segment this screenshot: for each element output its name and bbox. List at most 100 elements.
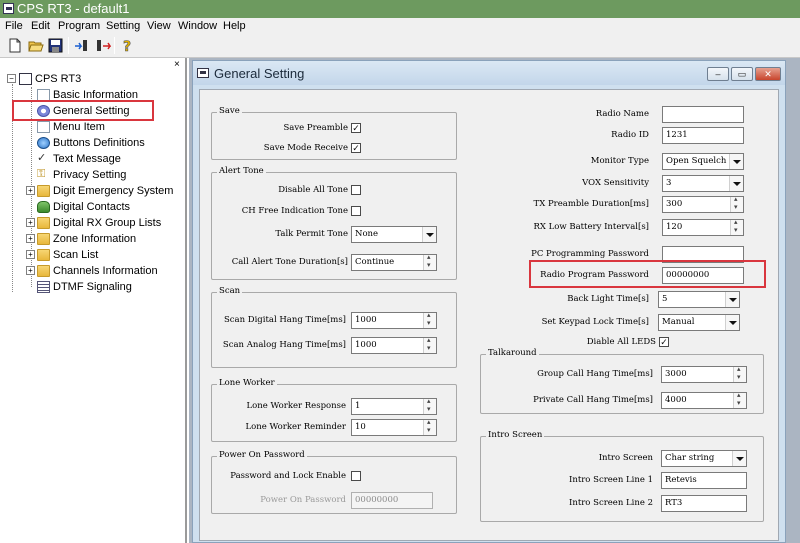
menu-program[interactable]: Program (58, 19, 100, 33)
dropdown-arrow-icon[interactable] (725, 292, 739, 307)
tree-item-digital-rx-group-lists[interactable]: Digital RX Group Lists (37, 215, 187, 231)
call-alert-tone-duration-label: Call Alert Tone Duration[s] (231, 257, 348, 267)
menu-edit[interactable]: Edit (31, 19, 50, 33)
highlight-box-radio-program-password (529, 260, 766, 288)
spinner-arrows-icon[interactable] (730, 220, 743, 235)
scan-analog-hang-time-spinner[interactable]: 1000 (351, 337, 437, 354)
restore-button[interactable]: ▭ (731, 67, 753, 81)
lone-worker-reminder-spinner[interactable]: 10 (351, 419, 437, 436)
power-on-password-label: Power On Password (260, 495, 346, 505)
menu-file[interactable]: File (5, 19, 23, 33)
help-icon[interactable]: ? (118, 36, 138, 55)
menu-setting[interactable]: Setting (106, 19, 140, 33)
tree-expand-icon[interactable]: + (26, 266, 35, 275)
password-lock-enable-label: Password and Lock Enable (230, 471, 346, 481)
spinner-arrows-icon[interactable] (423, 338, 436, 353)
password-lock-enable-checkbox[interactable] (351, 471, 361, 481)
scan-digital-hang-time-spinner[interactable]: 1000 (351, 312, 437, 329)
key-icon: ⚿ (37, 168, 46, 180)
minimize-button[interactable]: – (707, 67, 729, 81)
disable-all-leds-checkbox[interactable]: ✓ (659, 337, 669, 347)
new-file-icon[interactable] (6, 36, 26, 55)
tree-expand-icon[interactable]: + (26, 234, 35, 243)
tree-item-scan-list[interactable]: Scan List (37, 247, 177, 263)
window-title-bar[interactable]: General Setting – ▭ ✕ (193, 61, 785, 85)
monitor-type-dropdown[interactable]: Open Squelch (662, 153, 744, 170)
scan-digital-hang-time-value: 1000 (355, 315, 377, 325)
tree-item-digit-emergency-system[interactable]: Digit Emergency System (37, 183, 187, 199)
tree-item-menu-item[interactable]: Menu Item (37, 119, 177, 135)
tree-item-digital-contacts[interactable]: Digital Contacts (37, 199, 177, 215)
alert-tone-group: Alert Tone Disable All Tone CH Free Indi… (211, 166, 457, 280)
tree-expand-icon[interactable]: + (26, 218, 35, 227)
spinner-arrows-icon[interactable] (423, 313, 436, 328)
dropdown-arrow-icon[interactable] (729, 176, 743, 191)
tx-preamble-duration-spinner[interactable]: 300 (662, 196, 744, 213)
open-folder-icon[interactable] (26, 36, 46, 55)
scan-group: Scan Scan Digital Hang Time[ms] 1000 Sca… (211, 286, 457, 368)
tree-expand-icon[interactable]: + (26, 250, 35, 259)
save-preamble-label: Save Preamble (283, 123, 348, 133)
save-icon[interactable] (46, 36, 66, 55)
talk-permit-tone-dropdown[interactable]: None (351, 226, 437, 243)
tree-item-label: Channels Information (53, 265, 158, 277)
spinner-arrows-icon[interactable] (423, 399, 436, 414)
intro-screen-dropdown[interactable]: Char string (661, 450, 747, 467)
dropdown-arrow-icon[interactable] (732, 451, 746, 466)
call-alert-tone-duration-spinner[interactable]: Continue (351, 254, 437, 271)
intro-screen-line2-input[interactable]: RT3 (661, 495, 747, 512)
set-keypad-lock-time-dropdown[interactable]: Manual (658, 314, 740, 331)
save-preamble-checkbox[interactable]: ✓ (351, 123, 361, 133)
spinner-arrows-icon[interactable] (733, 393, 746, 408)
rx-low-battery-interval-spinner[interactable]: 120 (662, 219, 744, 236)
tree-expand-icon[interactable]: + (26, 186, 35, 195)
close-button[interactable]: ✕ (755, 67, 781, 81)
disable-all-tone-label: Disable All Tone (278, 185, 348, 195)
tree-item-privacy-setting[interactable]: ⚿ Privacy Setting (37, 167, 177, 183)
read-radio-icon[interactable] (72, 36, 92, 55)
menu-window[interactable]: Window (178, 19, 217, 33)
spinner-arrows-icon[interactable] (423, 255, 436, 270)
private-call-hang-time-spinner[interactable]: 4000 (661, 392, 747, 409)
tree-root[interactable]: CPS RT3 (19, 71, 119, 87)
group-call-hang-time-spinner[interactable]: 3000 (661, 366, 747, 383)
menu-help[interactable]: Help (223, 19, 246, 33)
lone-worker-response-spinner[interactable]: 1 (351, 398, 437, 415)
spinner-arrows-icon[interactable] (733, 367, 746, 382)
app-title-bar[interactable]: CPS RT3 - default1 (0, 0, 800, 18)
tx-preamble-duration-label: TX Preamble Duration[ms] (533, 199, 649, 209)
tree-pane-close-icon[interactable]: × (174, 60, 180, 70)
menu-view[interactable]: View (147, 19, 171, 33)
intro-screen-line1-input[interactable]: Retevis (661, 472, 747, 489)
group-legend: Intro Screen (486, 430, 545, 441)
save-mode-receive-label: Save Mode Receive (263, 143, 348, 153)
write-radio-icon[interactable] (93, 36, 113, 55)
private-call-hang-time-label: Private Call Hang Time[ms] (533, 395, 653, 405)
spinner-arrows-icon[interactable] (730, 197, 743, 212)
window-logo-icon (197, 68, 209, 78)
ch-free-indication-tone-checkbox[interactable] (351, 206, 361, 216)
tree-item-label: Menu Item (53, 121, 105, 133)
save-mode-receive-checkbox[interactable]: ✓ (351, 143, 361, 153)
tree-item-text-message[interactable]: ✓ Text Message (37, 151, 177, 167)
disable-all-tone-checkbox[interactable] (351, 185, 361, 195)
tree-root-label: CPS RT3 (35, 73, 82, 85)
talk-permit-tone-label: Talk Permit Tone (275, 229, 348, 239)
tree-collapse-icon[interactable]: − (7, 74, 16, 83)
pc-programming-password-label: PC Programming Password (531, 249, 649, 259)
tree-item-label: Digital RX Group Lists (53, 217, 162, 229)
back-light-time-dropdown[interactable]: 5 (658, 291, 740, 308)
scan-digital-hang-time-label: Scan Digital Hang Time[ms] (223, 315, 346, 325)
spinner-arrows-icon[interactable] (423, 420, 436, 435)
dropdown-arrow-icon[interactable] (729, 154, 743, 169)
radio-name-input[interactable] (662, 106, 744, 123)
vox-sensitivity-dropdown[interactable]: 3 (662, 175, 744, 192)
dropdown-arrow-icon[interactable] (725, 315, 739, 330)
tree-item-dtmf-signaling[interactable]: DTMF Signaling (37, 279, 177, 295)
tree-item-channels-information[interactable]: Channels Information (37, 263, 187, 279)
radio-id-input[interactable]: 1231 (662, 127, 744, 144)
tree-item-zone-information[interactable]: Zone Information (37, 231, 177, 247)
tree-item-buttons-definitions[interactable]: Buttons Definitions (37, 135, 177, 151)
dropdown-arrow-icon[interactable] (422, 227, 436, 242)
tree-item-label: Text Message (53, 153, 121, 165)
